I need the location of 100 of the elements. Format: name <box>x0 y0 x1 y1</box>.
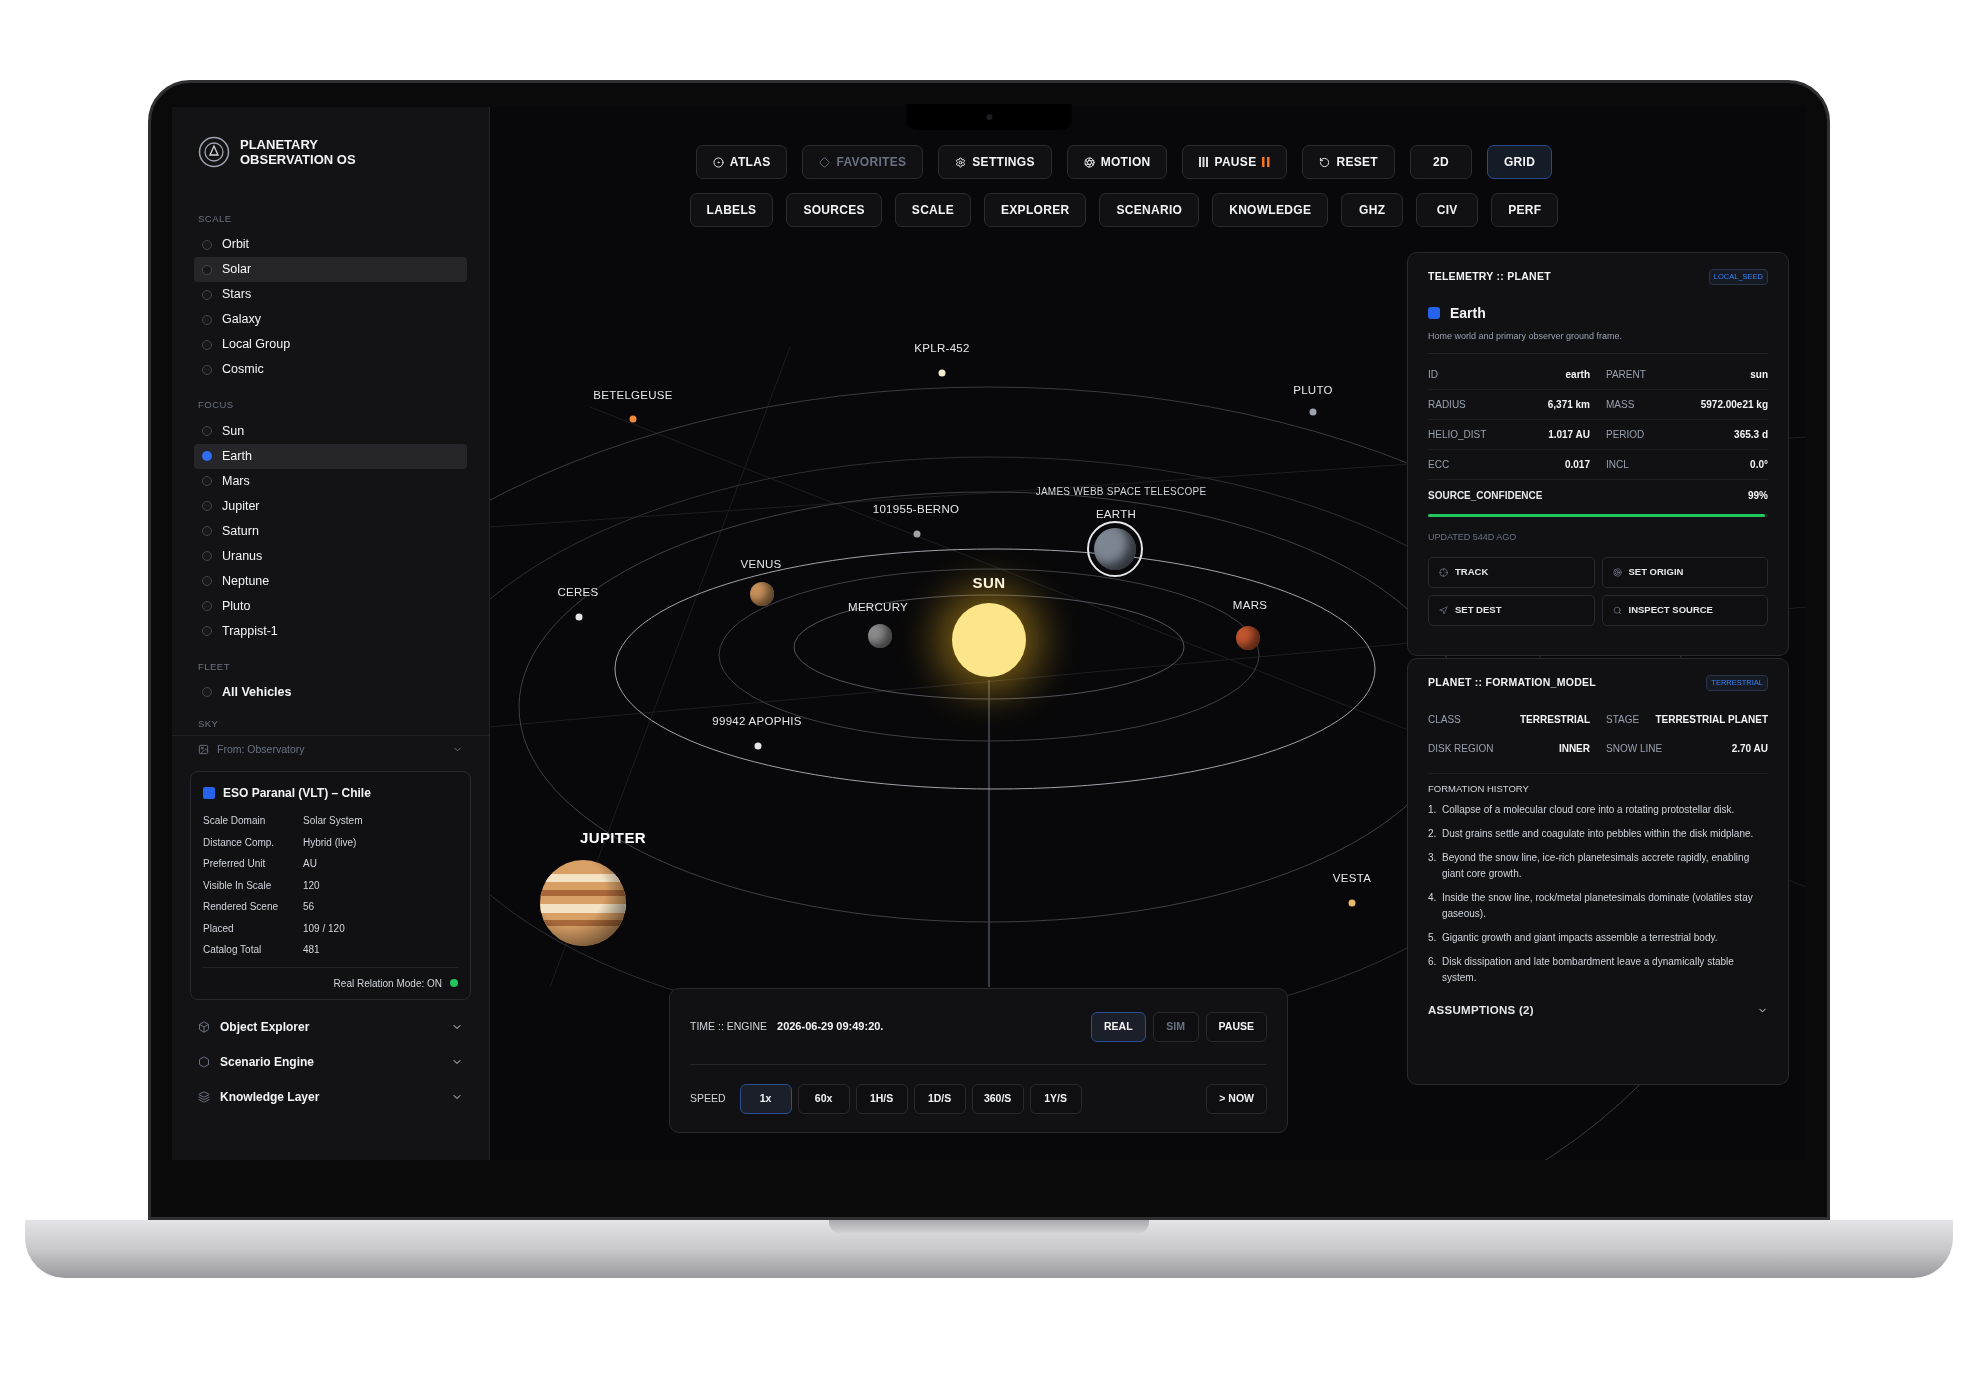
toolbar-icon <box>1083 156 1095 168</box>
row-value: Solar System <box>303 814 364 829</box>
step-text: Dust grains settle and coagulate into pebbles within the disk midplane. <box>1442 827 1754 841</box>
object-name: Earth <box>1450 303 1486 323</box>
body-label: JUPITER <box>580 827 646 848</box>
sidebar-item[interactable]: Orbit <box>194 232 467 258</box>
body-label: 101955-BERNO <box>872 502 960 518</box>
toolbar-button[interactable]: GRID <box>1486 145 1553 179</box>
toolbar-icon <box>955 156 967 168</box>
action-button[interactable]: SET DEST <box>1428 594 1595 626</box>
row-label: Rendered Scene <box>203 900 280 915</box>
step-number: 1. <box>1428 803 1438 817</box>
stat-label: PARENT <box>1606 368 1646 383</box>
sidebar-item[interactable]: Mars <box>194 468 467 494</box>
step-text: Collapse of a molecular cloud core into a rotating protostellar disk. <box>1442 803 1735 817</box>
toolbar-button[interactable]: KNOWLEDGE <box>1212 193 1329 227</box>
updated-note: UPDATED 544D AGO <box>1428 531 1518 545</box>
section-label: SCALE <box>197 212 233 226</box>
speed-button[interactable]: 1H/S <box>855 1083 908 1114</box>
stat-label: STAGE <box>1606 712 1640 727</box>
body-label: SUN <box>972 572 1006 593</box>
section-icon <box>198 1021 210 1033</box>
toolbar-button[interactable]: LABELS <box>689 193 774 227</box>
panel-title: TELEMETRY :: PLANET <box>1428 269 1551 284</box>
body-label: EARTH <box>1095 507 1137 523</box>
toolbar-button[interactable]: SOURCES <box>786 193 882 227</box>
toolbar-button[interactable]: SCENARIO <box>1099 193 1200 227</box>
mode-status: Real Relation Mode: ON <box>333 976 442 991</box>
stat-label: RADIUS <box>1428 398 1466 413</box>
sidebar-item[interactable]: All Vehicles <box>194 679 467 705</box>
action-button[interactable]: TRACK <box>1428 556 1595 588</box>
mode-button[interactable]: REAL <box>1091 1011 1146 1042</box>
toolbar-button[interactable]: PAUSE <box>1182 145 1288 179</box>
sidebar-item[interactable]: Stars <box>194 282 467 308</box>
row-value: 481 <box>303 943 321 958</box>
sidebar-item[interactable]: Neptune <box>194 568 467 594</box>
row-value: 56 <box>303 900 316 915</box>
sidebar-item[interactable]: Uranus <box>194 543 467 569</box>
stat-label: CLASS <box>1428 712 1461 727</box>
speed-button[interactable]: 1D/S <box>913 1083 966 1114</box>
accordion-header[interactable]: Knowledge Layer <box>198 1079 463 1115</box>
toolbar-button[interactable]: EXPLORER <box>984 193 1087 227</box>
step-number: 6. <box>1428 955 1438 969</box>
sidebar-item[interactable]: Cosmic <box>194 357 467 383</box>
stat-label: INCL <box>1606 458 1629 473</box>
toolbar-button[interactable]: RESET <box>1302 145 1395 179</box>
speed-label: SPEED <box>690 1090 726 1106</box>
body-label: JAMES WEBB SPACE TELESCOPE <box>1035 484 1207 499</box>
row-value: Hybrid (live) <box>303 835 358 850</box>
sidebar-item[interactable]: Galaxy <box>194 307 467 333</box>
time-value: 2026-06-29 09:49:20. <box>777 1019 885 1035</box>
sidebar-item[interactable]: Pluto <box>194 593 467 619</box>
step-number: 3. <box>1428 851 1438 865</box>
sidebar-item[interactable]: Local Group <box>194 332 467 358</box>
row-value: AU <box>303 857 318 872</box>
stat-label: DISK REGION <box>1428 741 1494 756</box>
stat-value: 1.017 AU <box>1548 428 1590 443</box>
camera-icon <box>986 114 992 120</box>
sky-select[interactable]: From: Observatory <box>172 735 489 763</box>
section-label: FOCUS <box>197 398 235 413</box>
stat-value: 0.017 <box>1564 458 1590 473</box>
speed-button[interactable]: 60x <box>797 1083 850 1114</box>
sidebar-item[interactable]: Solar <box>194 257 467 283</box>
toolbar-button[interactable]: GHZ <box>1341 193 1404 227</box>
picture-icon <box>198 744 209 755</box>
action-icon <box>1439 605 1448 615</box>
toolbar-button[interactable]: ATLAS <box>695 145 788 179</box>
sidebar-item[interactable]: Jupiter <box>194 493 467 519</box>
action-icon <box>1612 567 1622 577</box>
toolbar-button[interactable]: CIV <box>1416 193 1479 227</box>
stat-label: HELIO_DIST <box>1428 428 1487 443</box>
sidebar-item[interactable]: Earth <box>194 443 467 469</box>
now-button[interactable]: > NOW <box>1206 1083 1267 1114</box>
mode-button[interactable]: PAUSE <box>1205 1011 1267 1042</box>
toolbar-button[interactable]: SCALE <box>894 193 971 227</box>
sidebar-item[interactable]: Trappist-1 <box>194 618 467 644</box>
step-number: 2. <box>1428 827 1438 841</box>
step-number: 4. <box>1428 891 1438 905</box>
action-button[interactable]: INSPECT SOURCE <box>1601 594 1768 626</box>
speed-button[interactable]: 1Y/S <box>1029 1083 1082 1114</box>
sidebar-item[interactable]: Sun <box>194 418 467 444</box>
time-label: TIME :: ENGINE <box>690 1018 767 1034</box>
assumptions-header[interactable]: ASSUMPTIONS (2) <box>1428 1002 1768 1020</box>
toolbar-button[interactable]: PERF <box>1491 193 1559 227</box>
stat-value: TERRESTRIAL PLANET <box>1655 712 1768 727</box>
action-button[interactable]: SET ORIGIN <box>1601 556 1768 588</box>
pause-icon <box>1262 157 1271 167</box>
accordion-header[interactable]: Object Explorer <box>198 1009 463 1045</box>
toolbar-button[interactable]: MOTION <box>1066 145 1168 179</box>
toolbar-button[interactable]: 2D <box>1409 145 1472 179</box>
toolbar-button[interactable]: SETTINGS <box>938 145 1052 179</box>
toolbar-icon <box>712 156 724 168</box>
step-text: Gigantic growth and giant impacts assemble a terrestrial body. <box>1442 931 1718 945</box>
speed-button[interactable]: 360/S <box>971 1083 1024 1114</box>
observatory-name: ESO Paranal (VLT) – Chile <box>223 785 371 802</box>
speed-button[interactable]: 1x <box>739 1083 792 1114</box>
stat-label: SNOW LINE <box>1606 741 1663 756</box>
stat-label: SOURCE_CONFIDENCE <box>1428 488 1543 503</box>
accordion-header[interactable]: Scenario Engine <box>198 1044 463 1080</box>
sidebar-item[interactable]: Saturn <box>194 518 467 544</box>
